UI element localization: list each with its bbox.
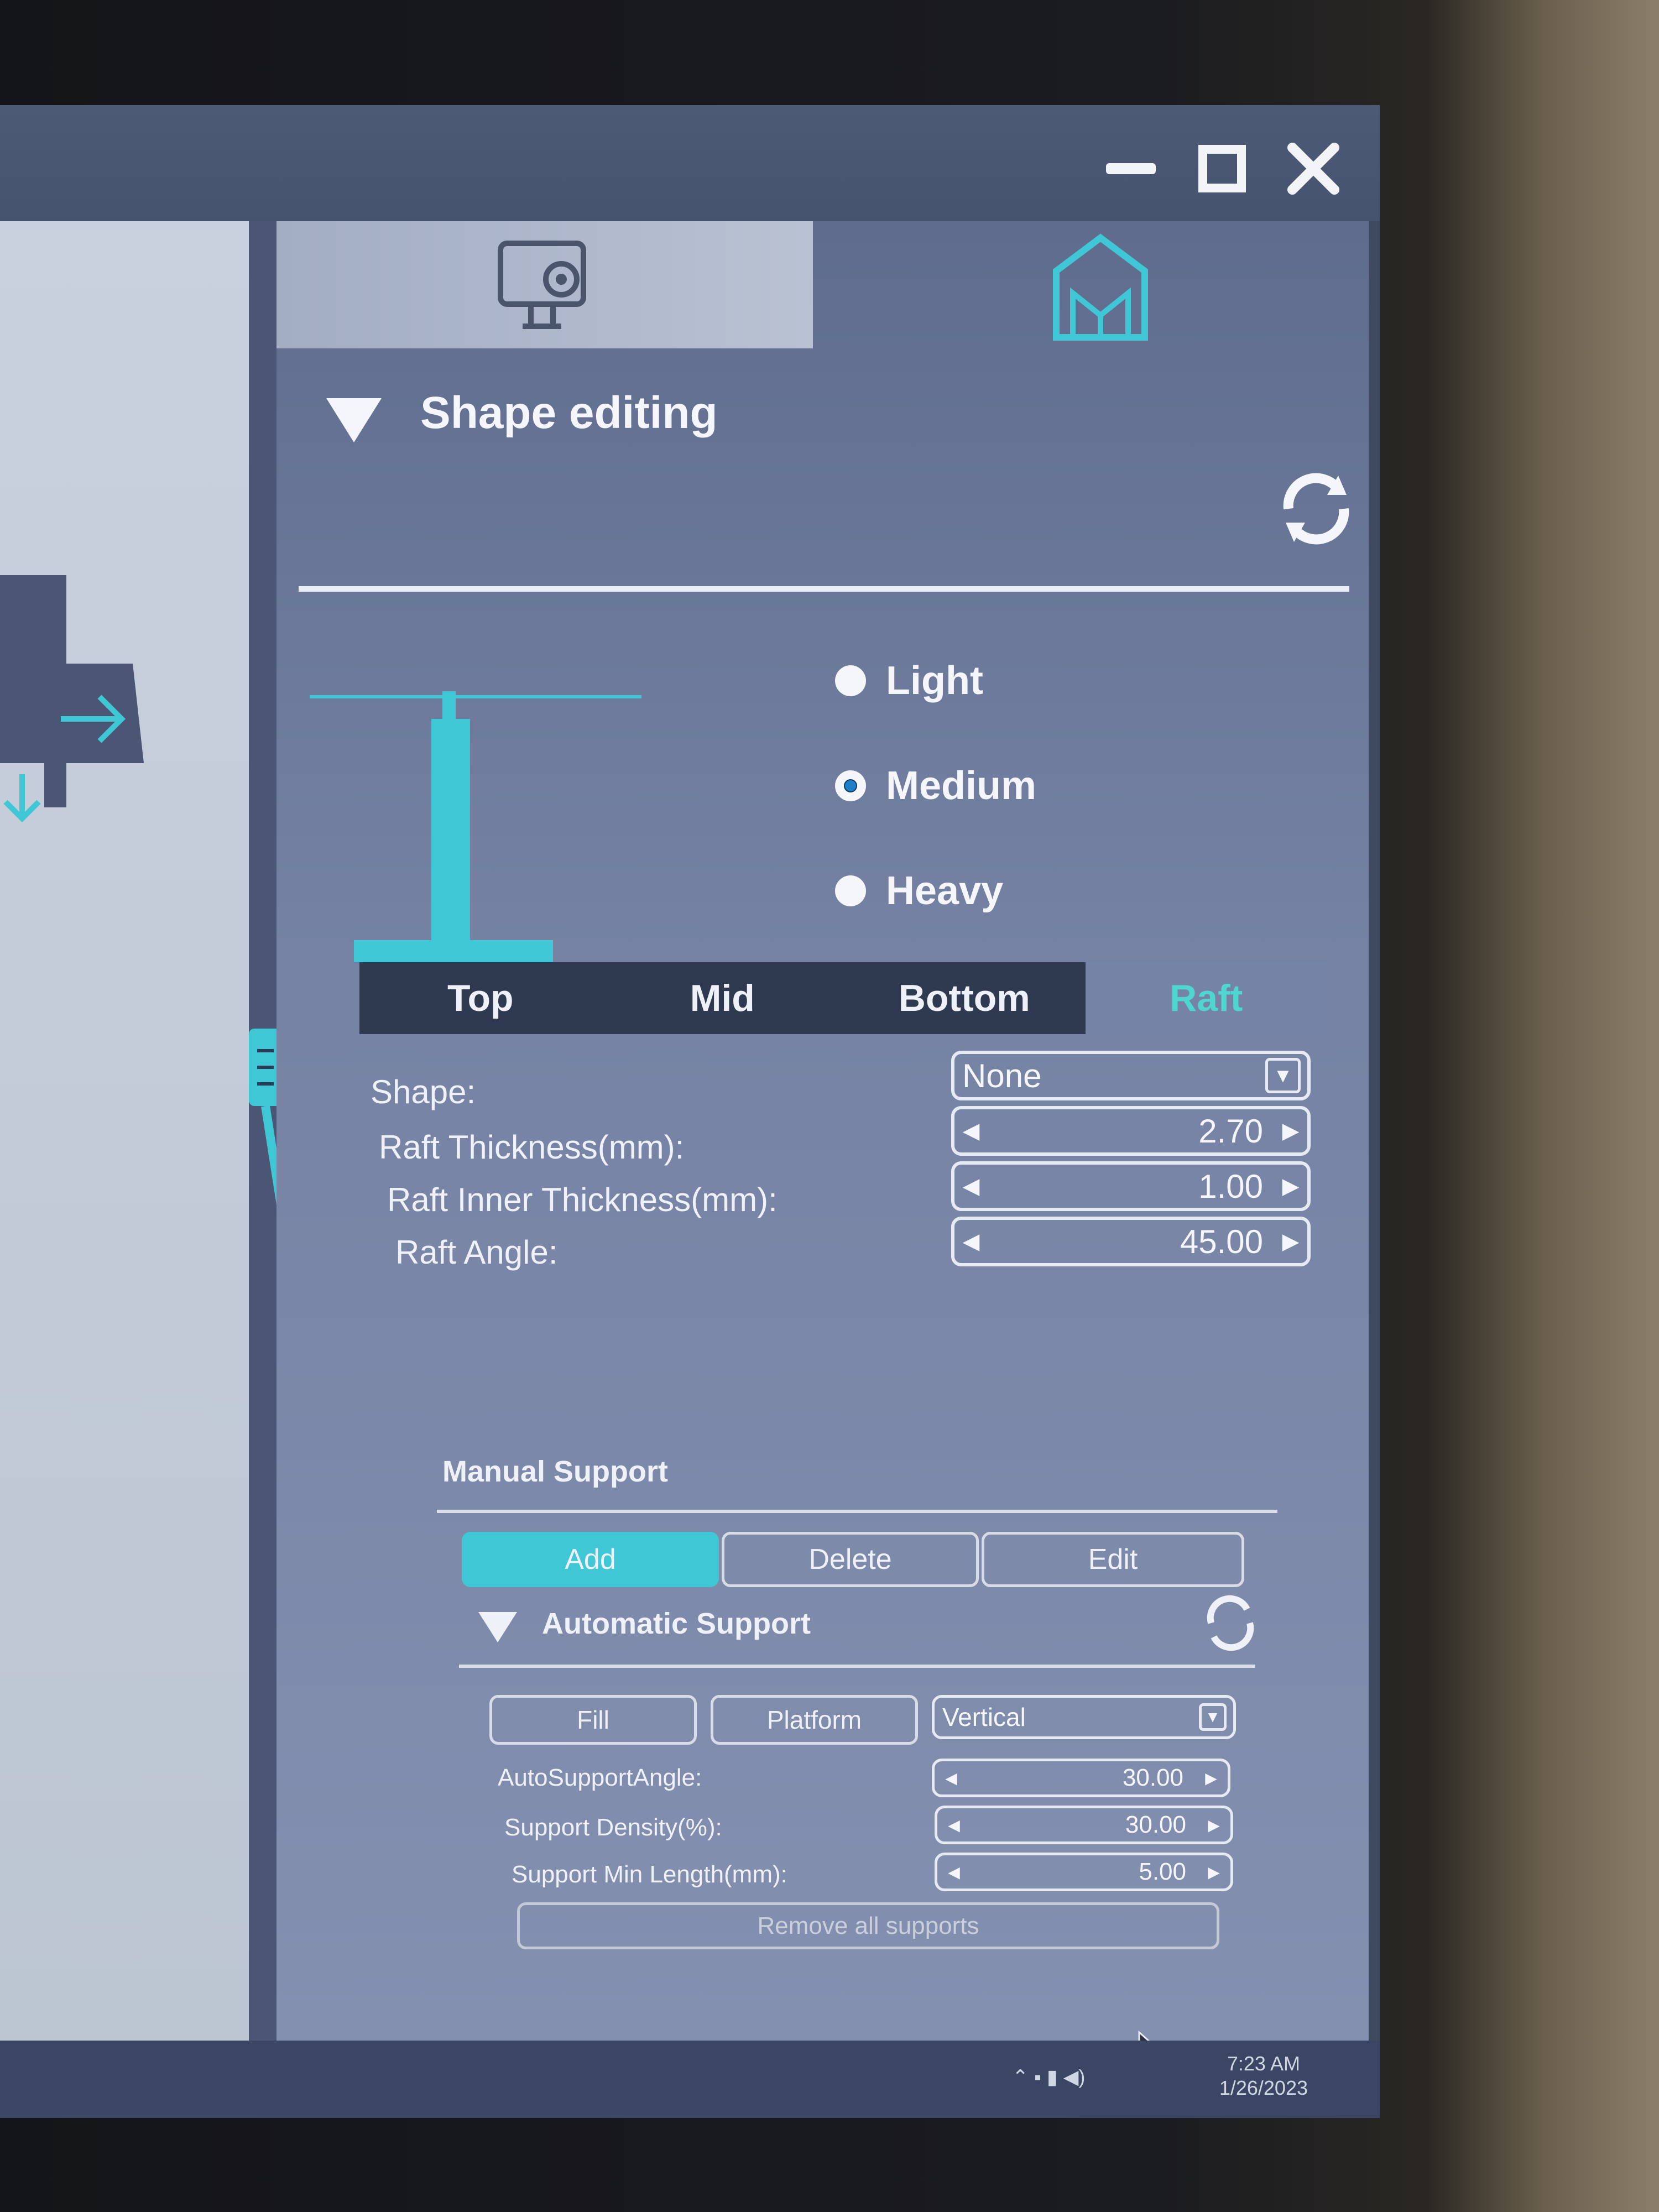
tab-top[interactable]: Top (359, 962, 602, 1034)
automatic-support-divider (459, 1665, 1255, 1668)
support-min-length-label: Support Min Length(mm): (512, 1861, 787, 1888)
raft-angle-stepper[interactable]: ◀ 45.00 ▶ (951, 1217, 1311, 1266)
direction-value: Vertical (942, 1703, 1026, 1731)
decrement-icon[interactable]: ◀ (937, 1816, 971, 1834)
auto-support-angle-stepper[interactable]: ◀ 30.00 ▶ (932, 1759, 1230, 1797)
radio-light[interactable]: Light (835, 658, 983, 703)
platform-button[interactable]: Platform (711, 1695, 918, 1745)
header-divider (299, 586, 1349, 592)
view-cube-control[interactable] (0, 575, 144, 807)
panel-tab-bar (276, 221, 1369, 359)
support-density-value: 30.00 (1125, 1811, 1186, 1838)
manual-support-title: Manual Support (442, 1455, 668, 1488)
support-density-stepper[interactable]: ◀ 30.00 ▶ (935, 1806, 1233, 1844)
settings-panel: Shape editing Light Medium Heavy Top Mid… (276, 221, 1369, 2069)
raft-thickness-stepper[interactable]: ◀ 2.70 ▶ (951, 1106, 1311, 1156)
tab-raft[interactable]: Raft (1085, 962, 1327, 1034)
close-icon[interactable] (1283, 138, 1344, 199)
support-min-length-stepper[interactable]: ◀ 5.00 ▶ (935, 1853, 1233, 1891)
shape-value: None (962, 1057, 1042, 1094)
raft-inner-thickness-value: 1.00 (1198, 1167, 1263, 1205)
clock-time: 7:23 AM (1227, 2052, 1300, 2075)
decrement-icon[interactable]: ◀ (935, 1769, 968, 1787)
shape-select[interactable]: None ▼ (951, 1051, 1311, 1100)
radio-light-label: Light (886, 659, 983, 703)
add-button[interactable]: Add (462, 1532, 719, 1587)
decrement-icon[interactable]: ◀ (954, 1229, 988, 1254)
tab-bottom[interactable]: Bottom (843, 962, 1086, 1034)
support-part-tabs: Top Mid Bottom Raft (359, 962, 1327, 1034)
manual-support-divider (437, 1510, 1277, 1513)
refresh-icon[interactable] (1272, 465, 1360, 553)
monitor-gear-icon (498, 241, 586, 329)
support-density-label: Support Density(%): (504, 1814, 722, 1841)
raft-angle-label: Raft Angle: (395, 1234, 558, 1271)
tray-icons[interactable]: ⌃ ▪ ▮ ◀) (1012, 2065, 1085, 2089)
increment-icon[interactable]: ▶ (1274, 1173, 1307, 1199)
auto-support-angle-value: 30.00 (1122, 1764, 1183, 1791)
refresh-icon[interactable] (1200, 1593, 1261, 1653)
auto-support-angle-label: AutoSupportAngle: (498, 1764, 702, 1791)
remove-all-supports-button[interactable]: Remove all supports (517, 1902, 1219, 1949)
support-min-length-value: 5.00 (1139, 1858, 1186, 1885)
chevron-down-icon[interactable]: ▼ (1199, 1703, 1227, 1731)
radio-medium-label: Medium (886, 764, 1037, 808)
radio-heavy[interactable]: Heavy (835, 868, 1003, 914)
automatic-support-title: Automatic Support (542, 1607, 811, 1640)
tab-machine-settings[interactable] (276, 221, 813, 348)
raft-thickness-value: 2.70 (1198, 1112, 1263, 1150)
taskbar: 7:23 AM 1/26/2023 ⌃ ▪ ▮ ◀) (0, 2041, 1380, 2118)
raft-inner-thickness-label: Raft Inner Thickness(mm): (387, 1181, 778, 1218)
raft-thickness-label: Raft Thickness(mm): (379, 1129, 685, 1166)
fill-button[interactable]: Fill (489, 1695, 697, 1745)
decrement-icon[interactable]: ◀ (954, 1173, 988, 1199)
radio-light-button[interactable] (835, 665, 866, 696)
shape-label: Shape: (371, 1073, 476, 1110)
clock-date: 1/26/2023 (1219, 2077, 1308, 2099)
title-bar (0, 105, 1380, 221)
increment-icon[interactable]: ▶ (1274, 1118, 1307, 1144)
delete-button[interactable]: Delete (722, 1532, 979, 1587)
raft-angle-value: 45.00 (1180, 1223, 1263, 1260)
edit-button[interactable]: Edit (982, 1532, 1244, 1587)
decrement-icon[interactable]: ◀ (937, 1863, 971, 1881)
system-clock[interactable]: 7:23 AM 1/26/2023 (1219, 2052, 1308, 2100)
increment-icon[interactable]: ▶ (1197, 1816, 1230, 1834)
shape-editing-header[interactable]: Shape editing (310, 365, 1360, 476)
tab-mid[interactable]: Mid (602, 962, 844, 1034)
3d-viewport[interactable] (0, 221, 260, 2041)
tab-support[interactable] (1040, 227, 1161, 348)
support-preview-image (310, 691, 641, 962)
increment-icon[interactable]: ▶ (1194, 1769, 1228, 1787)
collapse-triangle-icon[interactable] (321, 387, 387, 453)
maximize-icon[interactable] (1192, 138, 1253, 199)
collapse-triangle-icon[interactable] (476, 1604, 520, 1648)
radio-heavy-label: Heavy (886, 869, 1004, 913)
direction-select[interactable]: Vertical ▼ (932, 1695, 1236, 1739)
decrement-icon[interactable]: ◀ (954, 1118, 988, 1144)
chevron-down-icon[interactable]: ▼ (1265, 1058, 1301, 1093)
section-title: Shape editing (420, 388, 718, 438)
radio-medium-button[interactable] (835, 770, 866, 801)
increment-icon[interactable]: ▶ (1197, 1863, 1230, 1881)
increment-icon[interactable]: ▶ (1274, 1229, 1307, 1254)
app-window: Shape editing Light Medium Heavy Top Mid… (0, 105, 1380, 2118)
raft-inner-thickness-stepper[interactable]: ◀ 1.00 ▶ (951, 1161, 1311, 1211)
minimize-icon[interactable] (1100, 138, 1161, 199)
support-structure-icon (1053, 233, 1148, 341)
radio-medium[interactable]: Medium (835, 763, 1036, 808)
radio-heavy-button[interactable] (835, 875, 866, 906)
